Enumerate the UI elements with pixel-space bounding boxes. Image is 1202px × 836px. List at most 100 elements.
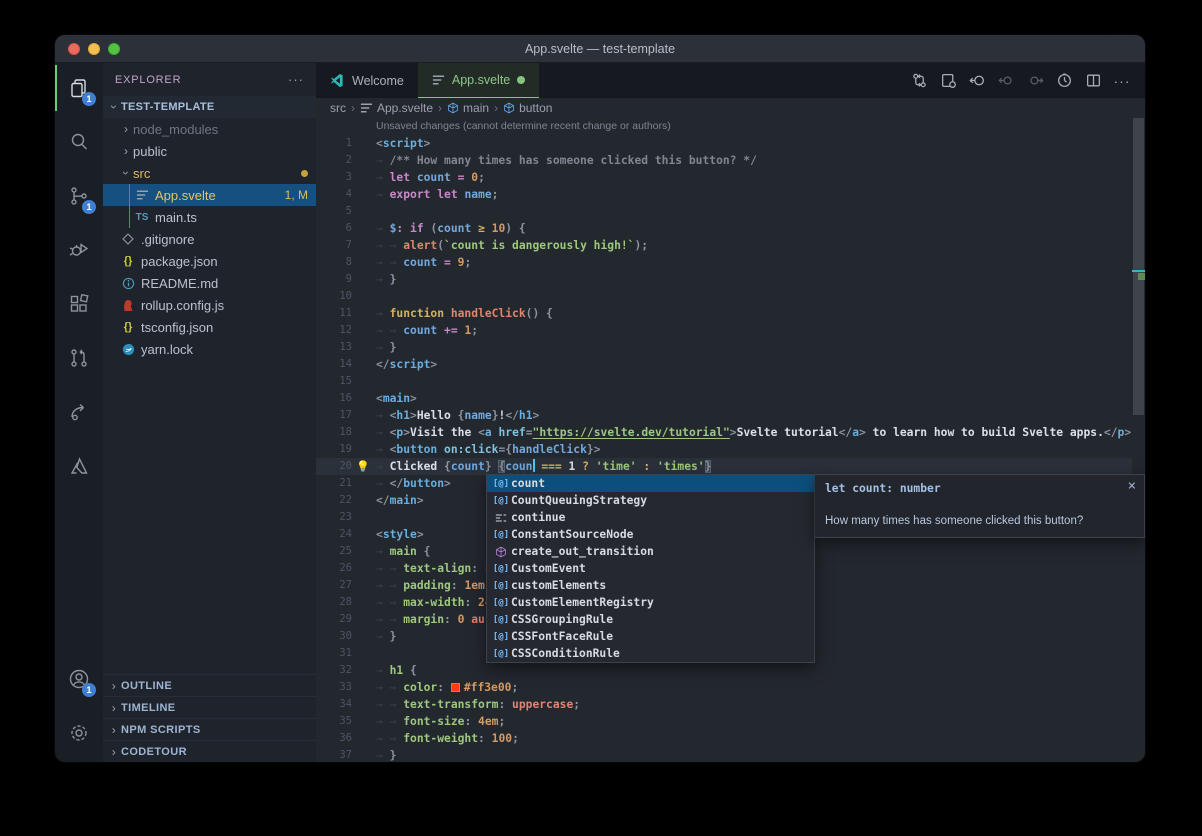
code-line-5[interactable]: 5: [316, 203, 1132, 220]
breadcrumb-item-app-svelte[interactable]: App.svelte: [360, 101, 433, 115]
indent-guide: →: [376, 426, 390, 439]
line-content: <style>: [376, 526, 424, 543]
suggestion-constantsourcenode[interactable]: [@]ConstantSourceNode: [487, 526, 814, 543]
activity-bar-item-live-share[interactable]: [55, 387, 103, 437]
tree-file-yarn-lock[interactable]: yarn.lock: [103, 338, 316, 360]
suggestion-customevent[interactable]: [@]CustomEvent: [487, 560, 814, 577]
code-line-11[interactable]: 11→ function handleClick() {: [316, 305, 1132, 322]
suggestion-countqueuingstrategy[interactable]: [@]CountQueuingStrategy: [487, 492, 814, 509]
suggestion-customelements[interactable]: [@]customElements: [487, 577, 814, 594]
activity-bar-item-azure[interactable]: [55, 441, 103, 491]
activity-bar-item-run-debug[interactable]: [55, 225, 103, 275]
git-compare-button[interactable]: [908, 70, 930, 92]
code-line-19[interactable]: 19→ <button on:click={handleClick}>: [316, 441, 1132, 458]
scrollbar-thumb[interactable]: [1133, 118, 1144, 415]
code-line-37[interactable]: 37→ }: [316, 747, 1132, 762]
activity-bar-item-accounts[interactable]: 1: [55, 654, 103, 704]
code-line-18[interactable]: 18→ <p>Visit the <a href="https://svelte…: [316, 424, 1132, 441]
badge: 1: [82, 200, 96, 214]
tree-file-rollup-config-js[interactable]: rollup.config.js: [103, 294, 316, 316]
line-number: 18: [316, 424, 352, 441]
activity-bar-item-search[interactable]: [55, 117, 103, 167]
tree-file-tsconfig-json[interactable]: {}tsconfig.json: [103, 316, 316, 338]
lightbulb-icon[interactable]: 💡: [356, 458, 370, 475]
tab-app-svelte[interactable]: App.svelte: [418, 63, 539, 98]
git-icon: [119, 233, 137, 245]
code-line-32[interactable]: 32→ h1 {: [316, 662, 1132, 679]
code-line-7[interactable]: 7→ → alert(`count is dangerously high!`)…: [316, 237, 1132, 254]
tab-welcome[interactable]: Welcome: [316, 63, 418, 98]
close-icon[interactable]: ×: [1128, 478, 1136, 494]
editor-scrollbar[interactable]: [1132, 118, 1145, 762]
code-line-35[interactable]: 35→ → font-size: 4em;: [316, 713, 1132, 730]
code-line-13[interactable]: 13→ }: [316, 339, 1132, 356]
code-line-17[interactable]: 17→ <h1>Hello {name}!</h1>: [316, 407, 1132, 424]
line-content: → Clicked {count} {coun === 1 ? 'time' :…: [376, 458, 711, 475]
sidebar-more-actions-button[interactable]: ···: [288, 72, 304, 87]
open-changes-button[interactable]: [937, 70, 959, 92]
more-actions-button[interactable]: ···: [1111, 70, 1133, 92]
activity-bar-item-github-pull-requests[interactable]: [55, 333, 103, 383]
project-root-row[interactable]: › TEST-TEMPLATE: [103, 96, 316, 118]
suggestion-create_out_transition[interactable]: create_out_transition: [487, 543, 814, 560]
code-line-8[interactable]: 8→ → count = 9;: [316, 254, 1132, 271]
tree-file-app-svelte[interactable]: App.svelte1, M: [103, 184, 316, 206]
code-line-12[interactable]: 12→ → count += 1;: [316, 322, 1132, 339]
suggestion-cssgroupingrule[interactable]: [@]CSSGroupingRule: [487, 611, 814, 628]
sidebar-section-codetour[interactable]: ›CODETOUR: [103, 740, 316, 762]
code-line-1[interactable]: 1<script>: [316, 135, 1132, 152]
code-line-33[interactable]: 33→ → color: #ff3e00;: [316, 679, 1132, 696]
glyph-margin: [352, 322, 376, 339]
line-content: → → text-transform: uppercase;: [376, 696, 580, 713]
line-number: 24: [316, 526, 352, 543]
tree-folder-src[interactable]: ›src: [103, 162, 316, 184]
suggestion-cssconditionrule[interactable]: [@]CSSConditionRule: [487, 645, 814, 662]
activity-bar-item-explorer[interactable]: 1: [55, 63, 103, 113]
code-line-2[interactable]: 2→ /** How many times has someone clicke…: [316, 152, 1132, 169]
line-content: → → text-align: ce: [376, 560, 498, 577]
breadcrumb-item-main[interactable]: main: [447, 101, 489, 115]
tree-file-main-ts[interactable]: TSmain.ts: [103, 206, 316, 228]
editor-actions: ···: [908, 63, 1145, 98]
tree-folder-public[interactable]: ›public: [103, 140, 316, 162]
suggestion-continue[interactable]: continue: [487, 509, 814, 526]
timeline-button[interactable]: [1053, 70, 1075, 92]
code-line-34[interactable]: 34→ → text-transform: uppercase;: [316, 696, 1132, 713]
chevron-right-icon: ›: [107, 723, 121, 737]
code-line-14[interactable]: 14</script>: [316, 356, 1132, 373]
sidebar-section-outline[interactable]: ›OUTLINE: [103, 674, 316, 696]
suggestion-customelementregistry[interactable]: [@]CustomElementRegistry: [487, 594, 814, 611]
tree-file--gitignore[interactable]: .gitignore: [103, 228, 316, 250]
code-line-9[interactable]: 9→ }: [316, 271, 1132, 288]
breadcrumb: src›App.svelte›main›button: [316, 98, 1145, 118]
code-line-20[interactable]: 20💡→ Clicked {count} {coun === 1 ? 'time…: [316, 458, 1132, 475]
tree-file-package-json[interactable]: {}package.json: [103, 250, 316, 272]
activity-bar-item-settings[interactable]: [55, 708, 103, 758]
split-editor-button[interactable]: [1082, 70, 1104, 92]
suggestion-cssfontfacerule[interactable]: [@]CSSFontFaceRule: [487, 628, 814, 645]
code-line-3[interactable]: 3→ let count = 0;: [316, 169, 1132, 186]
tree-folder-node-modules[interactable]: ›node_modules: [103, 118, 316, 140]
line-number: 26: [316, 560, 352, 577]
indent-guide: →: [376, 596, 390, 609]
code-line-15[interactable]: 15: [316, 373, 1132, 390]
breadcrumb-label: src: [330, 101, 346, 115]
line-number: 17: [316, 407, 352, 424]
suggestion-count[interactable]: [@]count: [487, 475, 814, 492]
code-line-36[interactable]: 36→ → font-weight: 100;: [316, 730, 1132, 747]
code-line-4[interactable]: 4→ export let name;: [316, 186, 1132, 203]
sidebar-section-timeline[interactable]: ›TIMELINE: [103, 696, 316, 718]
indent-guide: →: [390, 681, 404, 694]
activity-bar-item-source-control[interactable]: 1: [55, 171, 103, 221]
navigate-back-button[interactable]: [966, 70, 988, 92]
tree-file-readme-md[interactable]: README.md: [103, 272, 316, 294]
code-line-6[interactable]: 6→ $: if (count ≥ 10) {: [316, 220, 1132, 237]
breadcrumb-item-src[interactable]: src: [330, 101, 346, 115]
svelte-file-icon: [432, 74, 445, 86]
activity-bar-item-extensions[interactable]: [55, 279, 103, 329]
code-line-10[interactable]: 10: [316, 288, 1132, 305]
code-line-16[interactable]: 16<main>: [316, 390, 1132, 407]
breadcrumb-item-button[interactable]: button: [503, 101, 552, 115]
sidebar-section-npm-scripts[interactable]: ›NPM SCRIPTS: [103, 718, 316, 740]
code-editor[interactable]: Unsaved changes (cannot determine recent…: [316, 118, 1145, 762]
